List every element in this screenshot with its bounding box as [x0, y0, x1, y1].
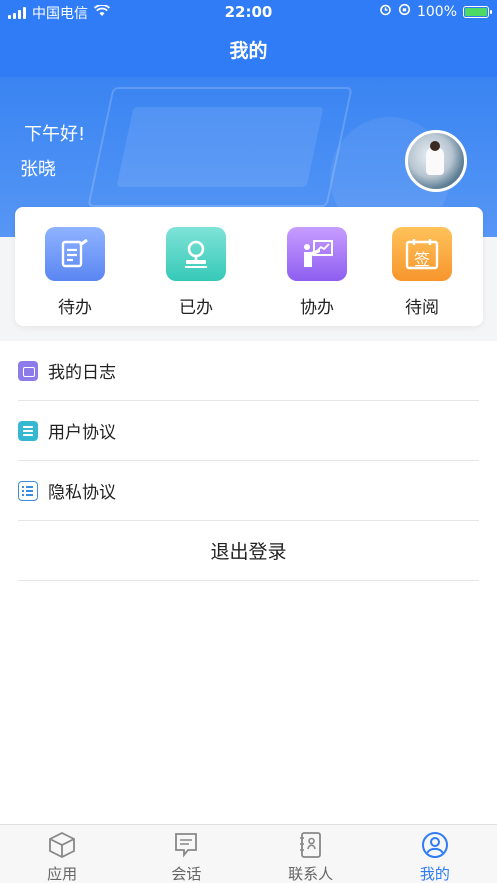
- battery-icon: [463, 5, 492, 18]
- briefcase-icon: [18, 360, 38, 381]
- status-bar: 中国电信 22:00 100%: [0, 0, 497, 24]
- edit-icon: [45, 227, 105, 281]
- status-right: 100%: [379, 3, 492, 20]
- list-item-label: 隐私协议: [48, 483, 116, 503]
- list-item-privacy-policy[interactable]: 隐私协议: [18, 461, 479, 521]
- quick-action-toread[interactable]: 签 待阅: [382, 227, 462, 318]
- greeting-text: 下午好!: [24, 124, 86, 145]
- alarm-icon: [379, 3, 392, 20]
- tab-label: 应用: [47, 865, 78, 883]
- avatar-head: [430, 141, 440, 151]
- tab-label: 会话: [171, 865, 202, 883]
- list-item-label: 我的日志: [48, 363, 116, 383]
- sign-icon: 签: [392, 227, 452, 281]
- page-title: 我的: [229, 40, 268, 62]
- tab-apps[interactable]: 应用: [0, 825, 124, 883]
- battery-percent: 100%: [416, 3, 457, 20]
- list-icon: [18, 480, 38, 501]
- quick-action-todo[interactable]: 待办: [35, 227, 115, 318]
- tab-label: 联系人: [288, 865, 334, 883]
- user-icon: [420, 831, 450, 859]
- quick-action-label: 待阅: [405, 298, 439, 318]
- presentation-icon: [287, 227, 347, 281]
- quick-action-label: 协办: [300, 298, 334, 318]
- top-bar: 中国电信 22:00 100% 我的: [0, 0, 497, 77]
- list-item-label: 用户协议: [48, 423, 116, 443]
- tab-mine[interactable]: 我的: [373, 825, 497, 883]
- quick-actions-card: 待办 已办 协办 签 待阅: [15, 207, 483, 326]
- list-item-user-agreement[interactable]: 用户协议: [18, 401, 479, 461]
- avatar-figure: [426, 147, 444, 175]
- quick-action-label: 已办: [179, 298, 213, 318]
- tab-chats[interactable]: 会话: [124, 825, 248, 883]
- logout-button[interactable]: 退出登录: [18, 521, 479, 581]
- settings-list: 我的日志 用户协议 隐私协议 退出登录: [0, 341, 497, 581]
- banner-illustration-chart: [116, 107, 324, 187]
- chat-icon: [171, 831, 201, 859]
- list-item-my-log[interactable]: 我的日志: [18, 341, 479, 401]
- tab-label: 我的: [419, 865, 450, 883]
- stamp-icon: [166, 227, 226, 281]
- rotation-lock-icon: [398, 3, 411, 20]
- contacts-icon: [296, 831, 326, 859]
- cube-icon: [47, 831, 77, 859]
- tab-contacts[interactable]: 联系人: [249, 825, 373, 883]
- quick-action-done[interactable]: 已办: [156, 227, 236, 318]
- user-name: 张晓: [20, 159, 56, 180]
- tab-bar: 应用 会话 联系人 我的: [0, 824, 497, 883]
- quick-action-label: 待办: [58, 298, 92, 318]
- quick-action-assist[interactable]: 协办: [277, 227, 357, 318]
- document-icon: [18, 420, 38, 441]
- avatar[interactable]: [405, 130, 467, 192]
- logout-label: 退出登录: [210, 541, 287, 563]
- sign-icon-text: 签: [413, 250, 431, 270]
